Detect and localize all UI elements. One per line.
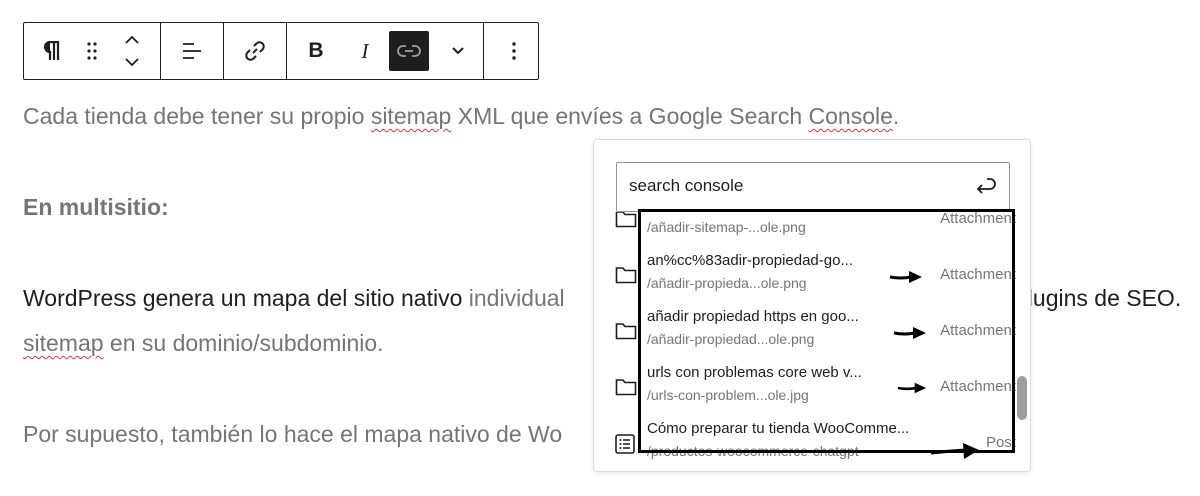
arrow-right-icon xyxy=(889,271,922,283)
result-item[interactable]: añadir propiedad https en goo... /añadir… xyxy=(594,302,1030,358)
link-search-input[interactable] xyxy=(629,163,959,209)
misspelled-word: sitemap xyxy=(370,103,452,129)
enter-icon[interactable] xyxy=(973,175,997,197)
result-type: Attachment xyxy=(940,212,1016,227)
post-list-icon xyxy=(615,434,635,454)
result-title: an%cc%83adir-propiedad-go... xyxy=(647,252,853,269)
result-url: /añadir-propiedad...ole.png xyxy=(647,331,815,347)
block-controls-group xyxy=(24,23,161,79)
text-segment: plugins de SEO. xyxy=(1015,285,1182,311)
paragraph-wordpress-line1-end: plugins de SEO. xyxy=(1015,282,1181,314)
link-active-icon xyxy=(397,45,421,57)
link-search-popover: /añadir-sitemap-...ole.png Attachment an… xyxy=(593,139,1031,472)
folder-icon xyxy=(615,212,637,228)
result-item[interactable]: Cómo preparar tu tienda WooComme... /pro… xyxy=(594,414,1030,470)
link-active-button[interactable] xyxy=(385,23,433,79)
more-vertical-icon xyxy=(511,42,516,60)
italic-button[interactable]: I xyxy=(345,23,385,79)
text-segment: . xyxy=(892,103,900,129)
misspelled-word: sitemap xyxy=(23,330,104,356)
drag-handle-button[interactable] xyxy=(80,23,104,79)
arrow-right-icon xyxy=(897,382,927,394)
heading-multisite[interactable]: En multisitio: xyxy=(23,191,169,223)
result-item[interactable]: /añadir-sitemap-...ole.png Attachment xyxy=(594,212,1030,246)
link-icon xyxy=(245,41,265,61)
results-scrollbar-thumb[interactable] xyxy=(1017,376,1027,420)
result-type: Post xyxy=(985,434,1016,451)
result-item[interactable]: urls con problemas core web v... /urls-c… xyxy=(594,358,1030,414)
text-segment: individual xyxy=(462,285,565,311)
result-title: añadir propiedad https en goo... xyxy=(647,308,859,325)
result-title: urls con problemas core web v... xyxy=(647,364,862,381)
misspelled-word: Console xyxy=(808,103,893,129)
paragraph-wordpress-line1[interactable]: WordPress genera un mapa del sitio nativ… xyxy=(23,282,565,314)
italic-label: I xyxy=(361,38,369,63)
text-segment: en su dominio/subdominio. xyxy=(103,330,384,356)
result-url: /productos-woocommerce-chatgpt xyxy=(647,443,859,459)
bold-label: B xyxy=(308,39,324,62)
move-up-down-icon xyxy=(125,35,139,67)
text-segment: WordPress genera un mapa del sitio nativ… xyxy=(23,285,463,311)
result-type: Attachment xyxy=(940,322,1016,339)
paragraph-sitemap[interactable]: Cada tienda debe tener su propio sitemap… xyxy=(23,100,899,132)
format-group: B I xyxy=(287,23,484,79)
bold-button[interactable]: B xyxy=(287,23,345,79)
align-group xyxy=(161,23,224,79)
folder-icon xyxy=(615,379,637,396)
paragraph-wordpress-line2[interactable]: sitemap en su dominio/subdominio. xyxy=(23,327,384,359)
result-item[interactable]: an%cc%83adir-propiedad-go... /añadir-pro… xyxy=(594,246,1030,302)
result-type: Attachment xyxy=(940,266,1016,283)
link-active-background xyxy=(389,31,429,71)
align-button[interactable] xyxy=(161,23,223,79)
link-search-box xyxy=(616,162,1010,212)
result-type: Attachment xyxy=(940,378,1016,395)
drag-handle-icon xyxy=(87,42,97,60)
link-group xyxy=(224,23,287,79)
options-button[interactable] xyxy=(484,23,543,79)
more-formatting-button[interactable] xyxy=(433,23,483,79)
align-left-icon xyxy=(183,43,201,59)
search-results-list: /añadir-sitemap-...ole.png Attachment an… xyxy=(594,212,1030,471)
folder-icon xyxy=(615,267,637,284)
paragraph-native-map[interactable]: Por supuesto, también lo hace el mapa na… xyxy=(23,418,562,450)
result-title: Cómo preparar tu tienda WooComme... xyxy=(647,420,910,437)
text-segment: XML que envíes a Google Search xyxy=(451,103,809,129)
block-toolbar: B I xyxy=(23,22,539,80)
chevron-down-icon xyxy=(452,47,464,55)
arrow-right-icon xyxy=(893,327,926,339)
arrow-right-icon xyxy=(930,443,979,459)
result-url: /añadir-propieda...ole.png xyxy=(647,275,807,291)
move-up-down-button[interactable] xyxy=(104,23,160,79)
folder-icon xyxy=(615,323,637,340)
link-button[interactable] xyxy=(224,23,286,79)
paragraph-block-button[interactable] xyxy=(24,23,80,79)
paragraph-icon xyxy=(43,41,60,60)
options-group xyxy=(484,23,543,79)
result-url: /añadir-sitemap-...ole.png xyxy=(647,219,806,235)
result-url: /urls-con-problem...ole.jpg xyxy=(647,387,809,403)
text-segment: Cada tienda debe tener su propio xyxy=(23,103,371,129)
